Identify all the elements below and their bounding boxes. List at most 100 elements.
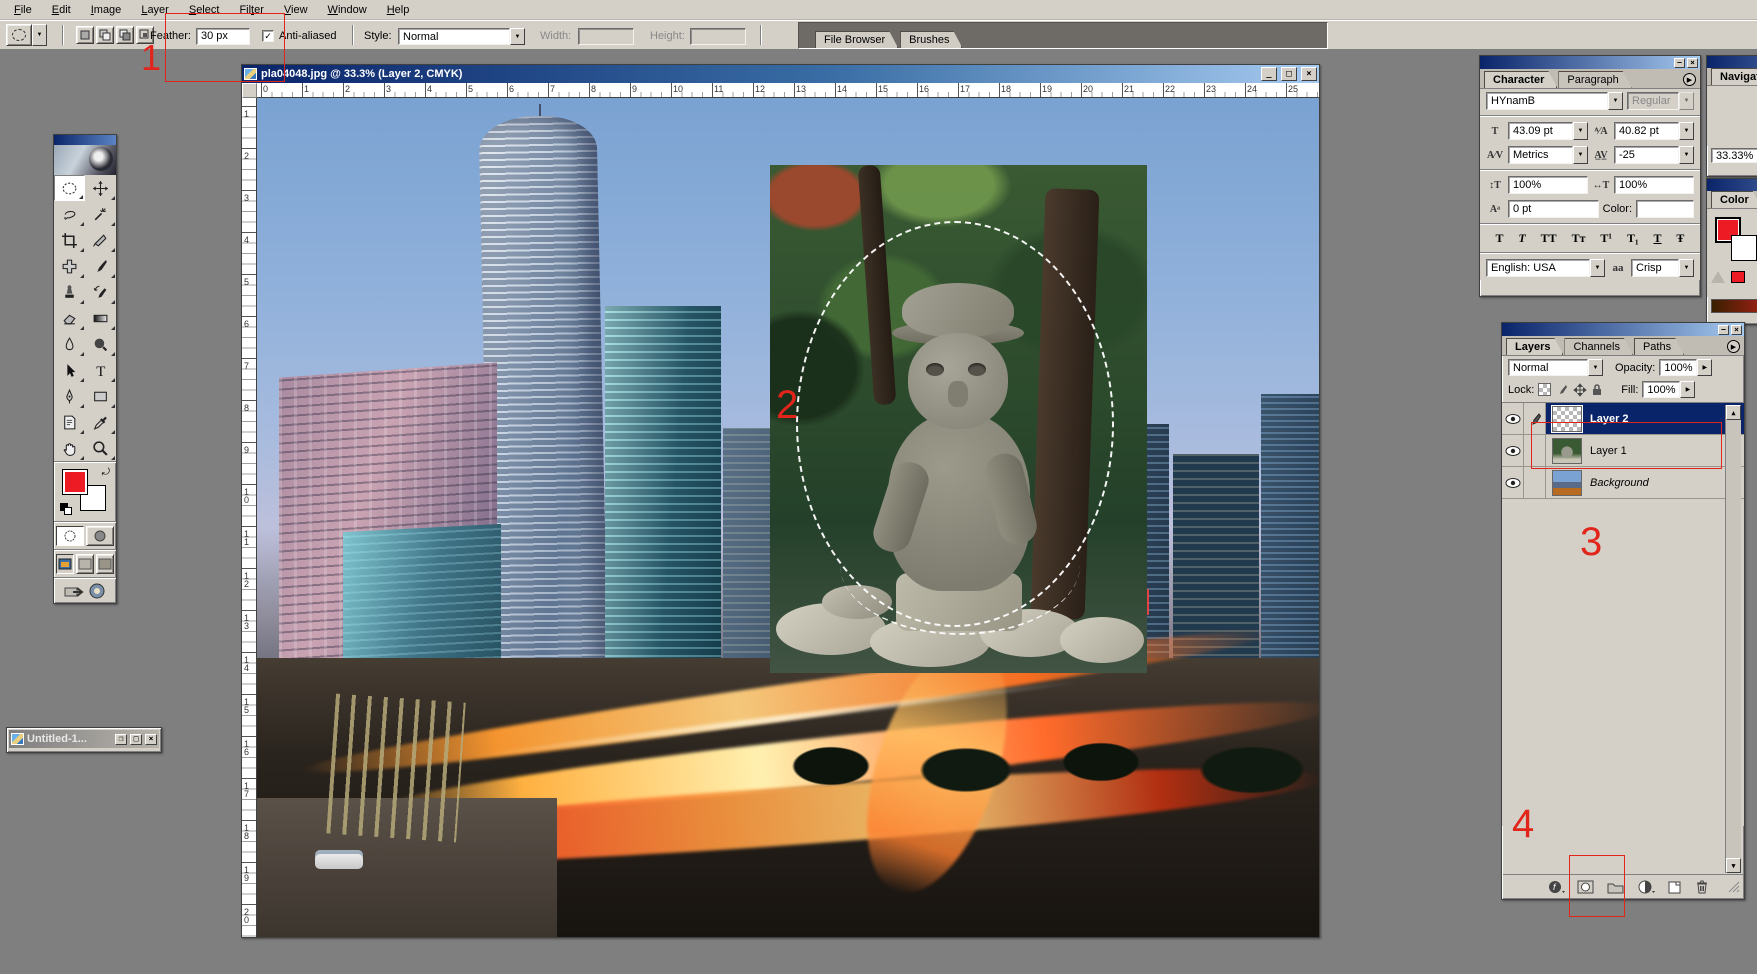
menu-window[interactable]: Window (320, 2, 375, 18)
close-button[interactable]: × (1687, 58, 1698, 68)
jump-to-imageready[interactable] (54, 579, 116, 603)
tool-slice[interactable] (85, 227, 116, 253)
baseline-shift-input[interactable]: 0 pt (1508, 200, 1599, 218)
new-layer-button[interactable] (1667, 879, 1683, 895)
layer-row-background[interactable]: Background (1502, 467, 1744, 499)
language-select[interactable]: English: USA (1486, 259, 1590, 277)
menu-image[interactable]: Image (83, 2, 130, 18)
style-button-strikethrough[interactable]: Ŧ (1674, 231, 1686, 246)
minimize-button[interactable]: − (1718, 325, 1729, 335)
delete-layer-button[interactable] (1695, 879, 1709, 895)
tool-blur[interactable] (54, 331, 85, 357)
lock-paint-icon[interactable] (1555, 383, 1569, 397)
tool-hand[interactable] (54, 435, 85, 461)
subtract-selection-button[interactable] (116, 26, 134, 44)
tool-gradient[interactable] (85, 305, 116, 331)
opacity-input[interactable]: 100% (1659, 359, 1697, 376)
standard-mode-button[interactable] (56, 526, 84, 546)
tool-magic-wand[interactable] (85, 201, 116, 227)
font-family-arrow[interactable]: ▼ (1608, 92, 1623, 110)
tab-layers[interactable]: Layers (1506, 338, 1563, 355)
style-button-small-caps[interactable]: Tᴛ (1570, 231, 1588, 246)
standard-screen-button[interactable] (56, 554, 74, 574)
visibility-eye-icon[interactable] (1502, 467, 1524, 498)
kerning-input[interactable]: Metrics (1508, 146, 1573, 164)
tab-file-browser[interactable]: File Browser (815, 31, 898, 48)
minimize-button[interactable]: _ (1261, 67, 1277, 81)
tab-color[interactable]: Color (1711, 191, 1757, 208)
document-titlebar[interactable]: pla04048.jpg @ 33.3% (Layer 2, CMYK) _ □… (242, 65, 1319, 83)
tool-lasso[interactable] (54, 201, 85, 227)
palette-titlebar[interactable]: − × (1480, 56, 1700, 69)
style-button-bold[interactable]: T (1493, 231, 1505, 246)
quick-mask-mode-button[interactable] (86, 526, 114, 546)
tracking-arrow[interactable]: ▼ (1679, 146, 1694, 164)
close-button[interactable]: × (1731, 325, 1742, 335)
navigator-zoom-field[interactable]: 33.33% (1711, 148, 1757, 163)
toolbox-titlebar[interactable] (54, 135, 116, 145)
layer-style-button[interactable]: f (1547, 879, 1565, 895)
tool-eyedropper[interactable] (85, 409, 116, 435)
fill-arrow[interactable]: ▶ (1680, 381, 1695, 398)
tool-brush[interactable] (85, 253, 116, 279)
tool-marquee-ellipse[interactable] (54, 175, 85, 201)
close-button[interactable]: × (145, 734, 157, 745)
visibility-eye-icon[interactable] (1502, 435, 1524, 466)
tab-paths[interactable]: Paths (1634, 338, 1684, 355)
opacity-arrow[interactable]: ▶ (1697, 359, 1712, 376)
canvas[interactable]: 제일화재 (257, 98, 1319, 937)
font-family-select[interactable]: HYnamB (1486, 92, 1608, 110)
tab-brushes[interactable]: Brushes (900, 31, 962, 48)
default-colors-icon[interactable] (60, 503, 72, 515)
tool-dodge[interactable] (85, 331, 116, 357)
menu-file[interactable]: File (6, 2, 40, 18)
tab-navigator[interactable]: Navigat (1711, 68, 1757, 85)
palette-menu-arrow[interactable]: ▶ (1683, 73, 1696, 86)
color-ramp[interactable] (1711, 299, 1757, 313)
foreground-color-swatch[interactable] (62, 469, 88, 495)
swap-colors-icon[interactable]: ⤾ (102, 467, 110, 478)
restore-button[interactable]: ❐ (115, 734, 127, 745)
vertical-scale-input[interactable]: 100% (1508, 176, 1588, 194)
fullscreen-menubar-button[interactable] (76, 554, 94, 574)
tab-channels[interactable]: Channels (1564, 338, 1632, 355)
tool-healing-brush[interactable] (54, 253, 85, 279)
tool-notes[interactable] (54, 409, 85, 435)
tab-character[interactable]: Character (1484, 71, 1557, 88)
tab-paragraph[interactable]: Paragraph (1558, 71, 1631, 88)
palette-menu-arrow[interactable]: ▶ (1727, 340, 1740, 353)
layer-name[interactable]: Background (1588, 477, 1726, 489)
text-color-swatch[interactable] (1636, 200, 1694, 218)
blend-mode-select[interactable]: Normal (1508, 359, 1588, 376)
tool-preset-button[interactable]: ▼ (6, 24, 47, 46)
layer1-statue-image[interactable] (770, 165, 1147, 673)
palette-titlebar[interactable] (1707, 56, 1757, 68)
tracking-input[interactable]: -25 (1614, 146, 1679, 164)
style-button-italic[interactable]: T (1516, 231, 1527, 246)
tool-pen[interactable] (54, 383, 85, 409)
lock-position-icon[interactable] (1573, 383, 1587, 397)
font-size-input[interactable]: 43.09 pt (1508, 122, 1573, 140)
style-button-all-caps[interactable]: TT (1539, 231, 1559, 246)
tool-path-select[interactable] (54, 357, 85, 383)
tool-crop[interactable] (54, 227, 85, 253)
maximize-button[interactable]: □ (130, 734, 142, 745)
scroll-up-arrow[interactable]: ▲ (1726, 405, 1741, 420)
scroll-down-arrow[interactable]: ▼ (1726, 858, 1741, 873)
tool-preset-dropdown-arrow[interactable]: ▼ (32, 24, 47, 46)
font-size-arrow[interactable]: ▼ (1573, 122, 1588, 140)
lock-transparency-icon[interactable] (1538, 383, 1551, 396)
palette-titlebar[interactable] (1707, 179, 1757, 191)
leading-arrow[interactable]: ▼ (1679, 122, 1694, 140)
tool-shape[interactable] (85, 383, 116, 409)
style-button-subscript[interactable]: T₁ (1625, 231, 1641, 246)
resize-grip[interactable] (1727, 880, 1741, 894)
language-arrow[interactable]: ▼ (1590, 259, 1605, 277)
tool-clone-stamp[interactable] (54, 279, 85, 305)
blend-mode-arrow[interactable]: ▼ (1588, 359, 1603, 376)
maximize-button[interactable]: □ (1281, 67, 1297, 81)
style-button-superscript[interactable]: T¹ (1598, 231, 1614, 246)
gamut-warning-icon[interactable] (1711, 271, 1725, 283)
anti-alias-arrow[interactable]: ▼ (1679, 259, 1694, 277)
style-button-underline[interactable]: T (1651, 231, 1663, 246)
